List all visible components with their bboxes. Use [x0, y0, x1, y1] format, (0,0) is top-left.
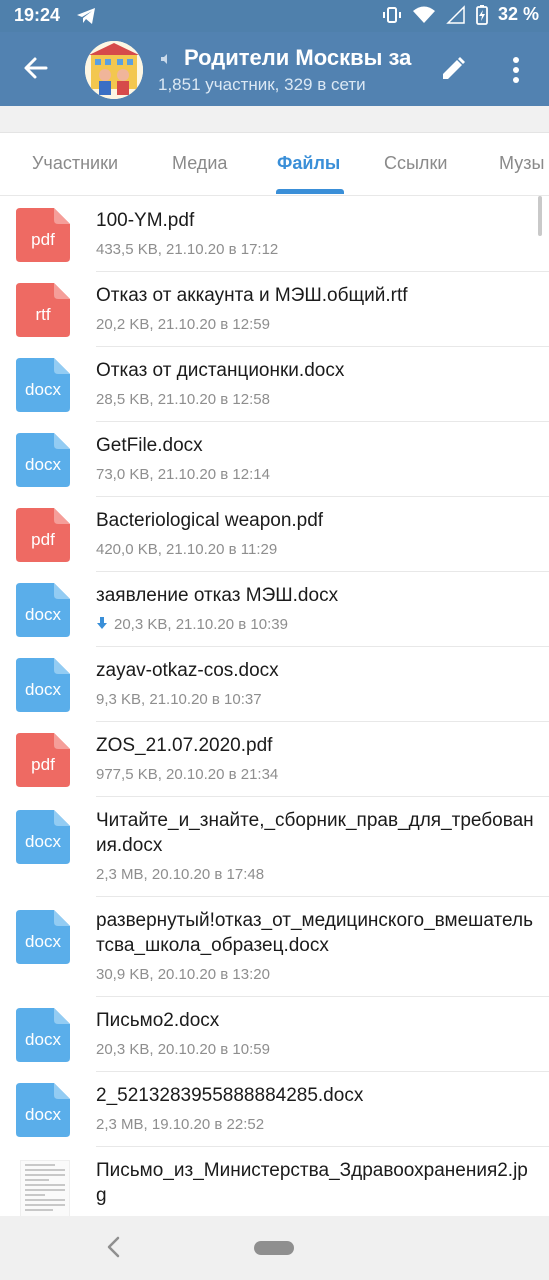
- docx-file-icon: docx: [16, 1083, 70, 1137]
- docx-file-icon: docx: [16, 583, 70, 637]
- file-ext-label: pdf: [31, 230, 55, 249]
- tab-links[interactable]: Ссылки: [384, 153, 447, 174]
- more-vert-icon[interactable]: [506, 56, 526, 84]
- download-arrow-icon: [97, 617, 107, 629]
- file-ext-label: docx: [25, 1105, 61, 1124]
- tab-files[interactable]: Файлы: [277, 153, 340, 174]
- file-name: Письмо_из_Министерства_Здравоохранения2.…: [96, 1160, 528, 1206]
- file-ext-label: docx: [25, 605, 61, 624]
- list-scrollbar[interactable]: [538, 196, 542, 236]
- row-divider: [96, 996, 549, 997]
- edit-pencil-icon[interactable]: [440, 56, 466, 82]
- file-ext-label: pdf: [31, 530, 55, 549]
- file-name: Отказ от дистанционки.docx: [96, 360, 345, 381]
- file-name: 2_5213283955888884285.docx: [96, 1085, 364, 1106]
- image-thumbnail: [20, 1160, 70, 1216]
- file-ext-label: docx: [25, 455, 61, 474]
- file-meta: 20,2 KB, 21.10.20 в 12:59: [96, 316, 270, 333]
- file-name: 100-YM.pdf: [96, 210, 195, 231]
- group-avatar[interactable]: [85, 41, 143, 99]
- header-shadow-strip: [0, 106, 549, 133]
- file-meta: 2,3 MB, 20.10.20 в 17:48: [96, 866, 265, 883]
- row-divider: [96, 421, 549, 422]
- file-meta-row: 20,3 KB, 21.10.20 в 10:39: [96, 616, 288, 633]
- row-divider: [96, 1146, 549, 1147]
- group-title[interactable]: Родители Москвы за: [184, 45, 420, 71]
- nav-home-pill[interactable]: [254, 1241, 294, 1255]
- active-tab-indicator: [276, 189, 344, 194]
- row-divider: [96, 796, 549, 797]
- tab-music[interactable]: Музы: [499, 153, 544, 174]
- file-name: Bacteriological weapon.pdf: [96, 510, 324, 531]
- tab-participants[interactable]: Участники: [32, 153, 118, 174]
- file-meta: 20,3 KB, 21.10.20 в 10:39: [114, 616, 288, 633]
- status-right: 32 %: [382, 4, 539, 25]
- docx-file-icon: docx: [16, 1008, 70, 1062]
- file-meta: 2,3 MB, 19.10.20 в 22:52: [96, 1116, 265, 1133]
- file-meta: 977,5 KB, 20.10.20 в 21:34: [96, 766, 279, 783]
- back-arrow-icon[interactable]: [22, 54, 50, 82]
- status-bar: 19:24 32 %: [0, 0, 549, 32]
- file-name: развернутый!отказ_от_медицинского_вмешат…: [96, 910, 533, 956]
- nav-back-icon[interactable]: [104, 1236, 124, 1258]
- wifi-icon: [412, 6, 435, 23]
- group-avatar-image: [85, 41, 143, 99]
- status-time: 19:24: [14, 5, 61, 25]
- shared-media-tabs: Участники Медиа Файлы Ссылки Музы: [0, 133, 549, 196]
- file-meta: 73,0 KB, 21.10.20 в 12:14: [96, 466, 270, 483]
- file-ext-label: docx: [25, 380, 61, 399]
- file-meta: 20,3 KB, 20.10.20 в 10:59: [96, 1041, 270, 1058]
- pdf-file-icon: pdf: [16, 208, 70, 262]
- file-ext-label: docx: [25, 1030, 61, 1049]
- file-name: ZOS_21.07.2020.pdf: [96, 735, 273, 756]
- row-divider: [96, 896, 549, 897]
- pdf-file-icon: pdf: [16, 733, 70, 787]
- file-meta: 28,5 KB, 21.10.20 в 12:58: [96, 391, 270, 408]
- row-divider: [96, 571, 549, 572]
- row-divider: [96, 496, 549, 497]
- telegram-shared-files-screen: 19:24 32 % Родители Москвы за 1,851 учас…: [0, 0, 549, 1280]
- file-meta: 30,9 KB, 20.10.20 в 13:20: [96, 966, 270, 983]
- file-name: Отказ от аккаунта и МЭШ.общий.rtf: [96, 285, 408, 306]
- pdf-file-icon: pdf: [16, 508, 70, 562]
- row-divider: [96, 271, 549, 272]
- file-ext-label: rtf: [35, 305, 51, 324]
- row-divider: [96, 721, 549, 722]
- tab-media[interactable]: Медиа: [172, 153, 227, 174]
- file-name: заявление отказ МЭШ.docx: [96, 585, 339, 606]
- row-divider: [96, 646, 549, 647]
- signal-icon: [446, 4, 465, 24]
- docx-file-icon: docx: [16, 433, 70, 487]
- muted-icon: [161, 54, 167, 64]
- rtf-file-icon: rtf: [16, 283, 70, 337]
- row-divider: [96, 1071, 549, 1072]
- row-divider: [96, 346, 549, 347]
- file-meta: 433,5 KB, 21.10.20 в 17:12: [96, 241, 279, 258]
- battery-percent: 32 %: [497, 4, 539, 24]
- docx-file-icon: docx: [16, 810, 70, 864]
- battery-icon: [476, 4, 488, 25]
- telegram-icon: [77, 8, 95, 24]
- file-ext-label: docx: [25, 832, 61, 851]
- file-meta: 420,0 KB, 21.10.20 в 11:29: [96, 541, 278, 558]
- chat-header: Родители Москвы за 1,851 участник, 329 в…: [0, 32, 549, 106]
- file-name: Письмо2.docx: [96, 1010, 220, 1031]
- docx-file-icon: docx: [16, 910, 70, 964]
- vibrate-icon: [382, 6, 401, 23]
- file-meta: 9,3 KB, 21.10.20 в 10:37: [96, 691, 262, 708]
- system-nav-bar: [0, 1216, 549, 1280]
- file-ext-label: pdf: [31, 755, 55, 774]
- file-list: pdf 100-YM.pdf 433,5 KB, 21.10.20 в 17:1…: [0, 196, 549, 1216]
- file-name: Читайте_и_знайте,_сборник_прав_для_требо…: [96, 810, 534, 856]
- file-name: GetFile.docx: [96, 435, 203, 456]
- docx-file-icon: docx: [16, 358, 70, 412]
- group-subtitle: 1,851 участник, 329 в сети: [158, 75, 366, 94]
- docx-file-icon: docx: [16, 658, 70, 712]
- file-name: zayav-otkaz-cos.docx: [96, 660, 279, 681]
- file-ext-label: docx: [25, 932, 61, 951]
- file-ext-label: docx: [25, 680, 61, 699]
